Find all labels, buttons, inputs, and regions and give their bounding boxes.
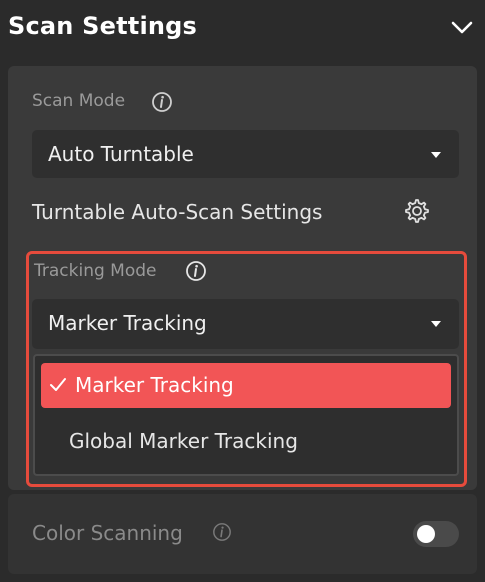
option-label: Marker Tracking: [75, 373, 234, 397]
scan-mode-label: Scan Mode: [32, 91, 126, 111]
option-global-marker-tracking[interactable]: Global Marker Tracking: [41, 416, 451, 466]
caret-down-icon: [431, 152, 441, 158]
tracking-mode-dropdown-list: Marker Tracking Global Marker Tracking: [33, 354, 459, 476]
scan-mode-select[interactable]: Auto Turntable: [32, 130, 459, 178]
caret-down-icon: [431, 321, 441, 327]
chevron-down-icon[interactable]: [449, 16, 475, 38]
color-scanning-row: Color Scanning: [8, 494, 477, 574]
option-label: Global Marker Tracking: [69, 429, 298, 453]
checkmark-icon: [50, 378, 66, 391]
color-scanning-label: Color Scanning: [32, 521, 183, 545]
toggle-knob: [417, 525, 435, 543]
color-scanning-toggle[interactable]: [413, 521, 459, 547]
info-icon[interactable]: [212, 522, 232, 542]
gear-icon[interactable]: [402, 197, 430, 225]
section-header[interactable]: Scan Settings: [0, 0, 485, 58]
scan-mode-value: Auto Turntable: [48, 142, 194, 166]
tracking-mode-label: Tracking Mode: [34, 261, 157, 281]
section-title: Scan Settings: [8, 12, 198, 40]
tracking-mode-select[interactable]: Marker Tracking: [32, 299, 459, 349]
tracking-mode-value: Marker Tracking: [48, 311, 207, 335]
turntable-settings-label: Turntable Auto-Scan Settings: [32, 200, 323, 224]
info-icon[interactable]: [151, 91, 173, 113]
option-marker-tracking[interactable]: Marker Tracking: [41, 363, 451, 408]
info-icon[interactable]: [185, 260, 207, 282]
